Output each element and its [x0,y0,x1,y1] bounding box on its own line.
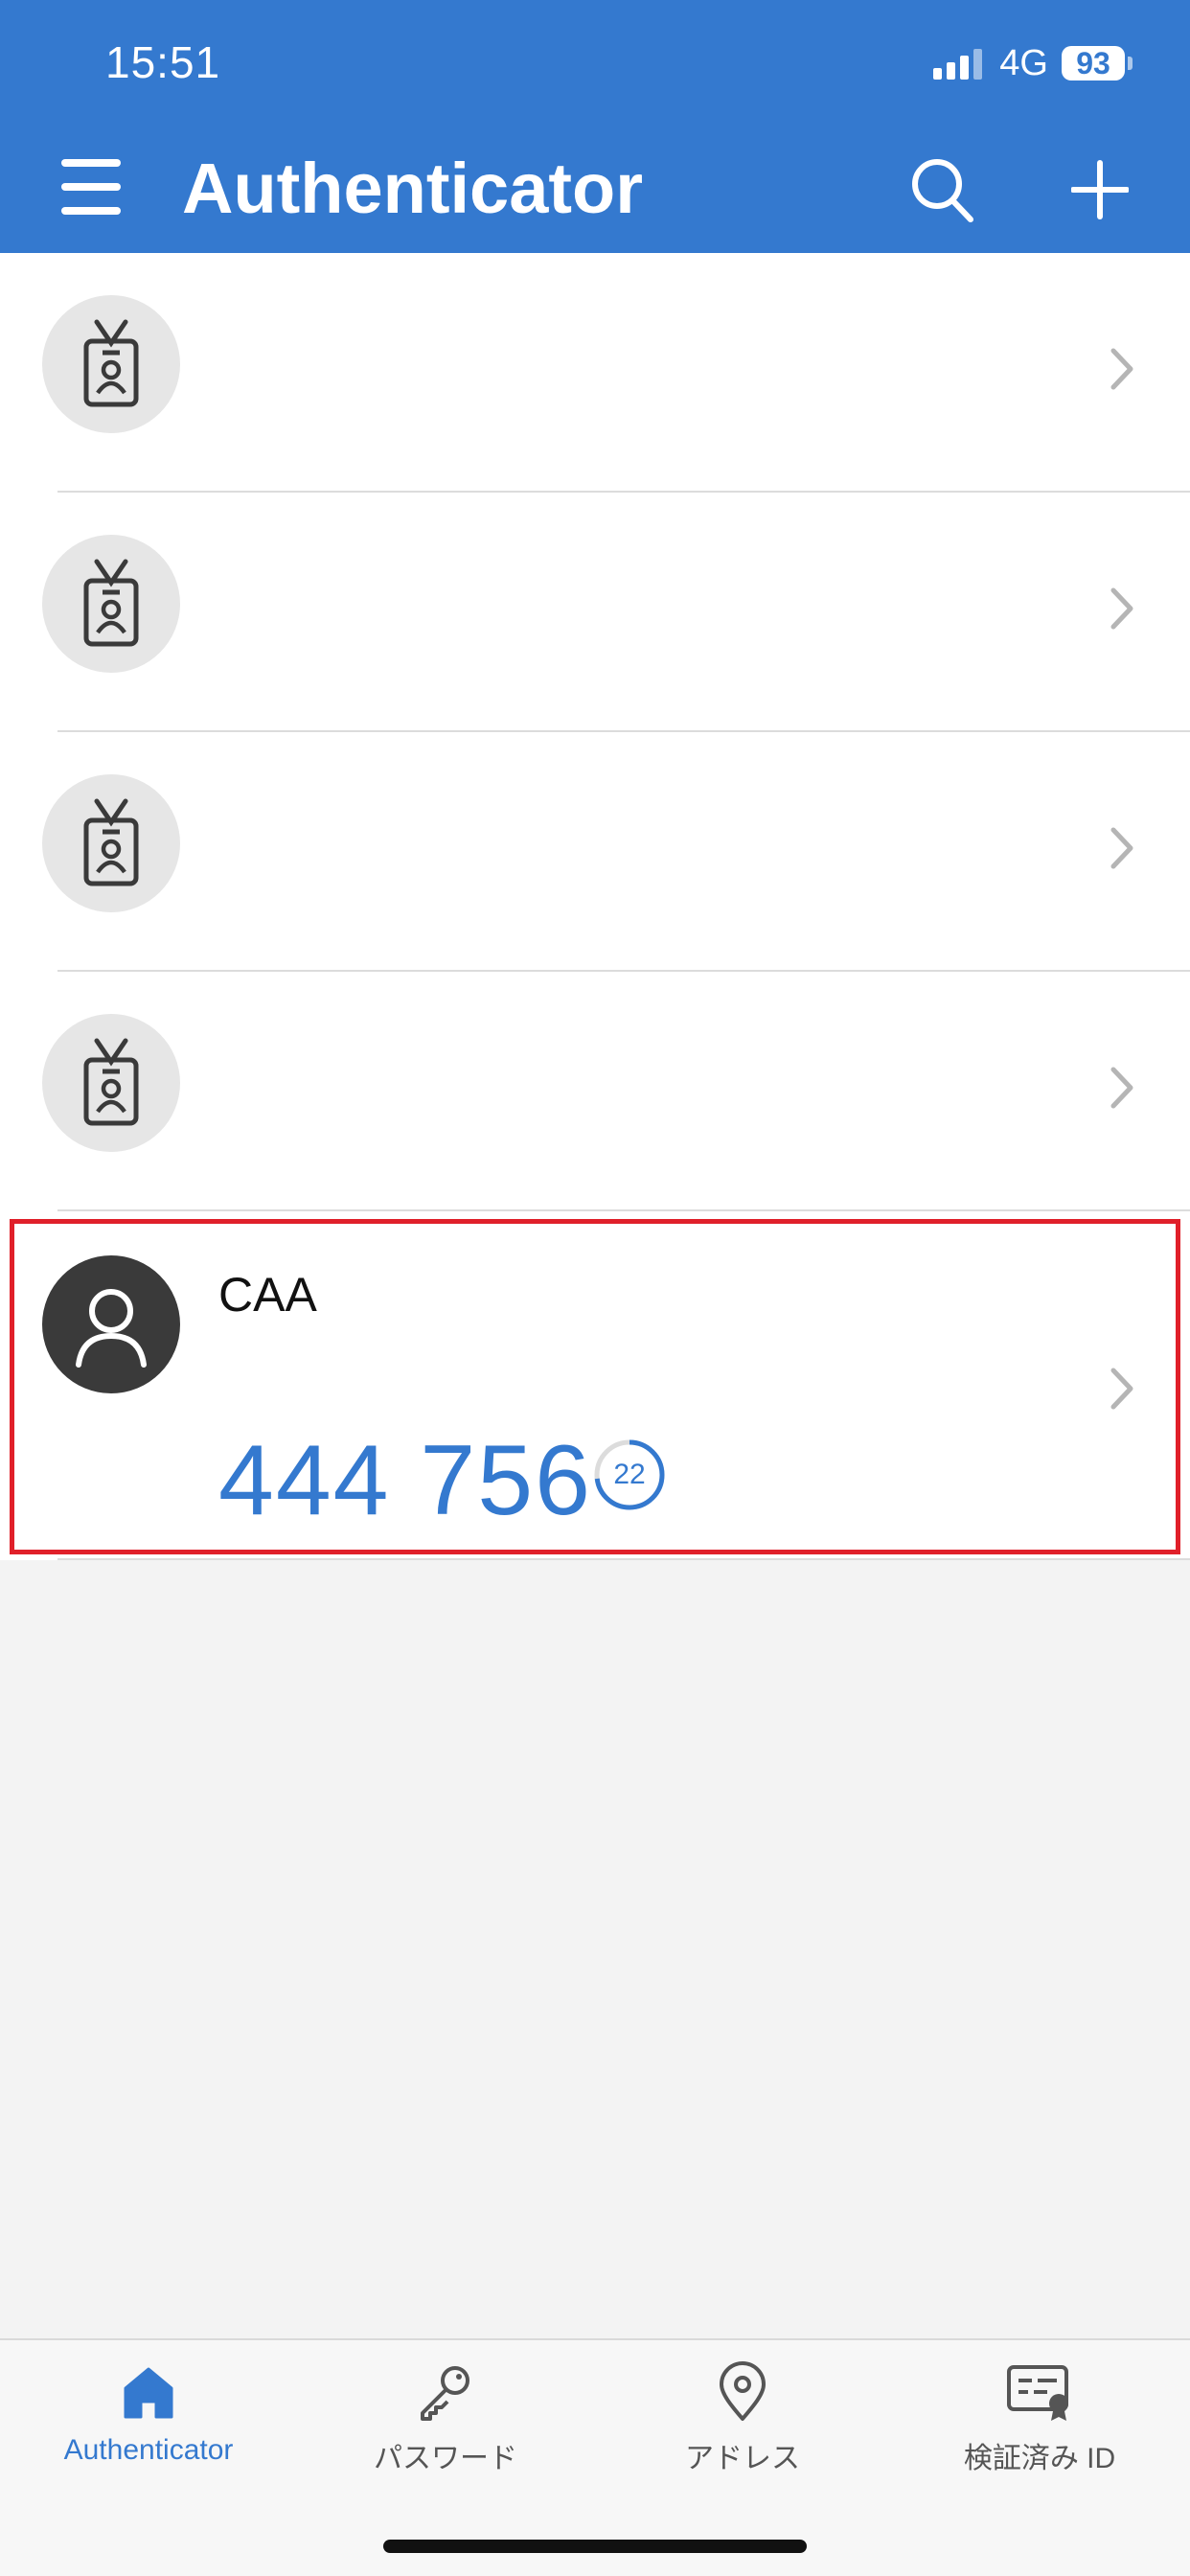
home-icon [114,2358,183,2426]
account-row-caa[interactable]: CAA 444 756 22 [0,1211,1190,1560]
page-title: Authenticator [182,149,643,228]
account-row[interactable] [0,253,1190,493]
otp-code[interactable]: 444 756 [218,1424,592,1538]
tab-addresses[interactable]: アドレス [594,2340,891,2494]
badge-icon [42,1014,180,1152]
status-time: 15:51 [105,37,221,87]
app-header: 15:51 4G 93 Authenticator [0,0,1190,253]
tab-label: 検証済み ID [963,2443,1116,2474]
add-icon[interactable] [1071,155,1129,224]
tab-label: パスワード [374,2443,517,2474]
signal-icon [933,47,983,80]
location-pin-icon [708,2358,777,2426]
verified-id-icon [1005,2358,1074,2426]
status-indicators: 4G 93 [933,42,1133,83]
badge-icon [42,774,180,912]
key-icon [411,2358,480,2426]
divider [57,1558,1190,1560]
chevron-right-icon [1110,348,1133,390]
account-row[interactable] [0,493,1190,732]
search-icon[interactable] [910,155,975,224]
person-icon [42,1255,180,1393]
chevron-right-icon [1110,1067,1133,1109]
timer-seconds: 22 [613,1459,646,1490]
account-list: CAA 444 756 22 [0,253,1190,1560]
account-name: CAA [218,1268,317,1322]
menu-icon[interactable] [61,159,121,215]
chevron-right-icon [1110,827,1133,869]
account-row[interactable] [0,972,1190,1211]
chevron-right-icon [1110,587,1133,630]
chevron-right-icon [1110,1368,1133,1410]
battery-icon [1128,57,1133,70]
tab-authenticator[interactable]: Authenticator [0,2340,297,2494]
account-row[interactable] [0,732,1190,972]
tab-verified-id[interactable]: 検証済み ID [891,2340,1188,2494]
network-type: 4G [999,42,1048,83]
tab-label: Authenticator [63,2434,234,2466]
badge-icon [42,295,180,433]
badge-icon [42,535,180,673]
battery-level: 93 [1062,46,1125,80]
home-indicator [383,2540,807,2553]
tab-passwords[interactable]: パスワード [297,2340,594,2494]
tab-label: アドレス [685,2443,800,2474]
